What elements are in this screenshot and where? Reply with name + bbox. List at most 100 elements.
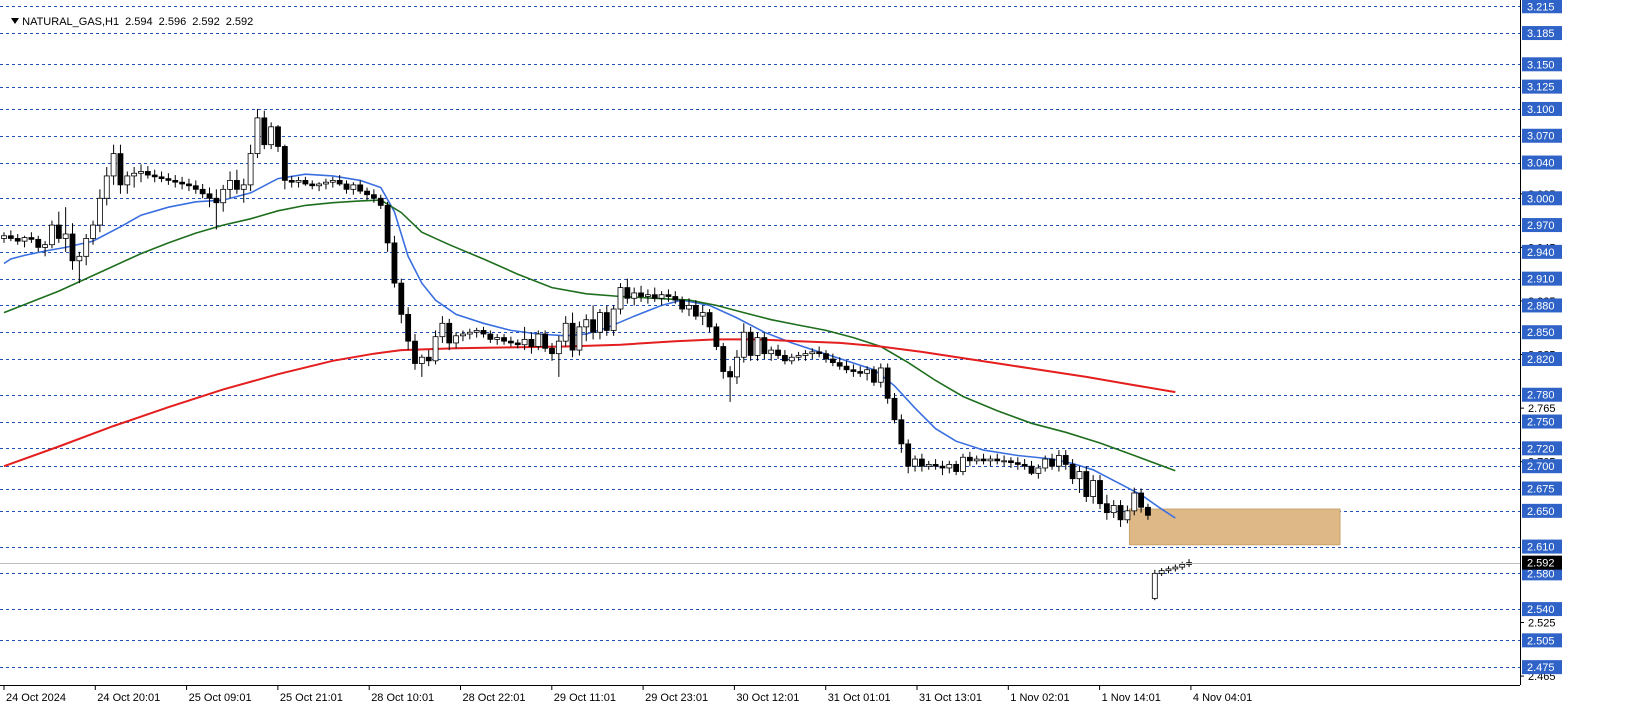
candle-body xyxy=(384,205,391,244)
candle xyxy=(1083,466,1090,502)
candle-body xyxy=(590,319,596,333)
candle-body xyxy=(871,369,877,383)
candle-body xyxy=(110,153,117,177)
candle-body xyxy=(555,340,562,355)
candle-body xyxy=(1042,458,1049,469)
candle-body xyxy=(49,224,55,246)
candle xyxy=(576,321,583,356)
candle-body xyxy=(727,371,733,378)
candle-body xyxy=(412,340,418,364)
level-label-text: 2.540 xyxy=(1527,604,1555,616)
candle-body xyxy=(295,180,302,183)
candle-body xyxy=(1069,464,1076,480)
candle-body xyxy=(1158,570,1165,574)
level-label: 2.940 xyxy=(1522,244,1562,259)
candle-body xyxy=(501,337,507,342)
candle-body xyxy=(802,353,809,356)
level-label-text: 2.720 xyxy=(1527,443,1555,455)
candle xyxy=(1151,569,1158,601)
candle-body xyxy=(638,292,644,297)
candle-body xyxy=(631,292,638,299)
time-tick-label: 1 Nov 14:01 xyxy=(1102,692,1161,704)
open-value: 2.594 xyxy=(125,16,153,28)
candle-body xyxy=(103,175,110,199)
level-label-text: 2.780 xyxy=(1527,390,1555,402)
candle-body xyxy=(432,336,439,362)
candle-body xyxy=(645,294,651,297)
candle-body xyxy=(898,419,905,445)
level-label: 2.970 xyxy=(1522,218,1562,233)
candle-body xyxy=(487,333,494,340)
level-label-text: 2.970 xyxy=(1527,220,1555,232)
candle-body xyxy=(1021,464,1028,467)
level-label: 2.675 xyxy=(1522,481,1562,496)
candle-body xyxy=(350,184,357,190)
candle-body xyxy=(597,312,603,333)
candle-body xyxy=(535,333,542,347)
candle-body xyxy=(932,464,939,467)
price-chart[interactable]: 3.0052.9452.8852.8252.7652.7052.5252.465… xyxy=(0,0,1651,706)
level-label-text: 2.880 xyxy=(1527,300,1555,312)
candle-body xyxy=(569,322,576,351)
candle-body xyxy=(1117,505,1124,521)
candle-body xyxy=(90,224,96,239)
level-label: 2.650 xyxy=(1522,503,1562,518)
time-tick-label: 30 Oct 12:01 xyxy=(736,692,799,704)
chart-header: NATURAL_GAS,H1 2.594 2.596 2.592 2.592 xyxy=(5,4,259,28)
candle-body xyxy=(1014,462,1021,465)
supply-zone xyxy=(1128,508,1341,546)
candle-body xyxy=(507,340,514,344)
candle-body xyxy=(1145,506,1151,516)
candle-body xyxy=(7,235,14,239)
candle-body xyxy=(254,117,261,155)
candle-body xyxy=(1062,455,1069,465)
candle-body xyxy=(55,224,62,239)
level-label: 3.000 xyxy=(1522,191,1562,206)
candle-body xyxy=(377,197,384,206)
candle-body xyxy=(418,356,425,364)
candle-body xyxy=(699,312,706,317)
candle-body xyxy=(398,282,405,315)
candle-body xyxy=(1165,568,1172,572)
candle-body xyxy=(165,178,172,181)
level-label: 3.070 xyxy=(1522,128,1562,143)
candle-body xyxy=(836,362,843,367)
candle-body xyxy=(14,238,21,242)
level-label: 2.610 xyxy=(1522,539,1562,554)
candle xyxy=(884,363,891,404)
candle-body xyxy=(1172,566,1179,570)
candle-body xyxy=(473,330,480,333)
level-label: 2.910 xyxy=(1522,271,1562,286)
candle-body xyxy=(795,355,802,358)
time-tick-label: 25 Oct 09:01 xyxy=(189,692,252,704)
level-label-text: 2.910 xyxy=(1527,274,1555,286)
dropdown-triangle-icon[interactable] xyxy=(11,18,20,24)
candle-body xyxy=(336,180,343,185)
candle-body xyxy=(268,126,275,146)
level-label-text: 2.475 xyxy=(1527,662,1555,674)
candle-body xyxy=(514,342,521,346)
candle-body xyxy=(521,338,528,346)
candle xyxy=(1097,475,1103,510)
time-tick-label: 4 Nov 04:01 xyxy=(1193,692,1252,704)
level-label: 3.100 xyxy=(1522,101,1562,116)
price-axis[interactable]: 3.0052.9452.8852.8252.7652.7052.5252.465… xyxy=(1520,0,1651,706)
candle-body xyxy=(1138,492,1144,508)
candle-body xyxy=(912,458,918,467)
candle-body xyxy=(62,233,69,239)
candle-body xyxy=(240,184,247,190)
candle-body xyxy=(843,365,850,371)
candle-body xyxy=(850,369,857,372)
zone-rect xyxy=(1128,508,1341,546)
level-label-text: 2.610 xyxy=(1527,542,1555,554)
candle-body xyxy=(809,351,816,355)
axis-tick-label: 2.525 xyxy=(1528,617,1556,629)
level-label-text: 2.820 xyxy=(1527,354,1555,366)
candle-body xyxy=(357,184,364,192)
candle-body xyxy=(405,313,412,342)
candle-body xyxy=(905,443,912,467)
candle-body xyxy=(960,456,966,472)
level-label: 2.820 xyxy=(1522,352,1562,367)
candle xyxy=(713,323,720,351)
candle xyxy=(960,453,966,476)
